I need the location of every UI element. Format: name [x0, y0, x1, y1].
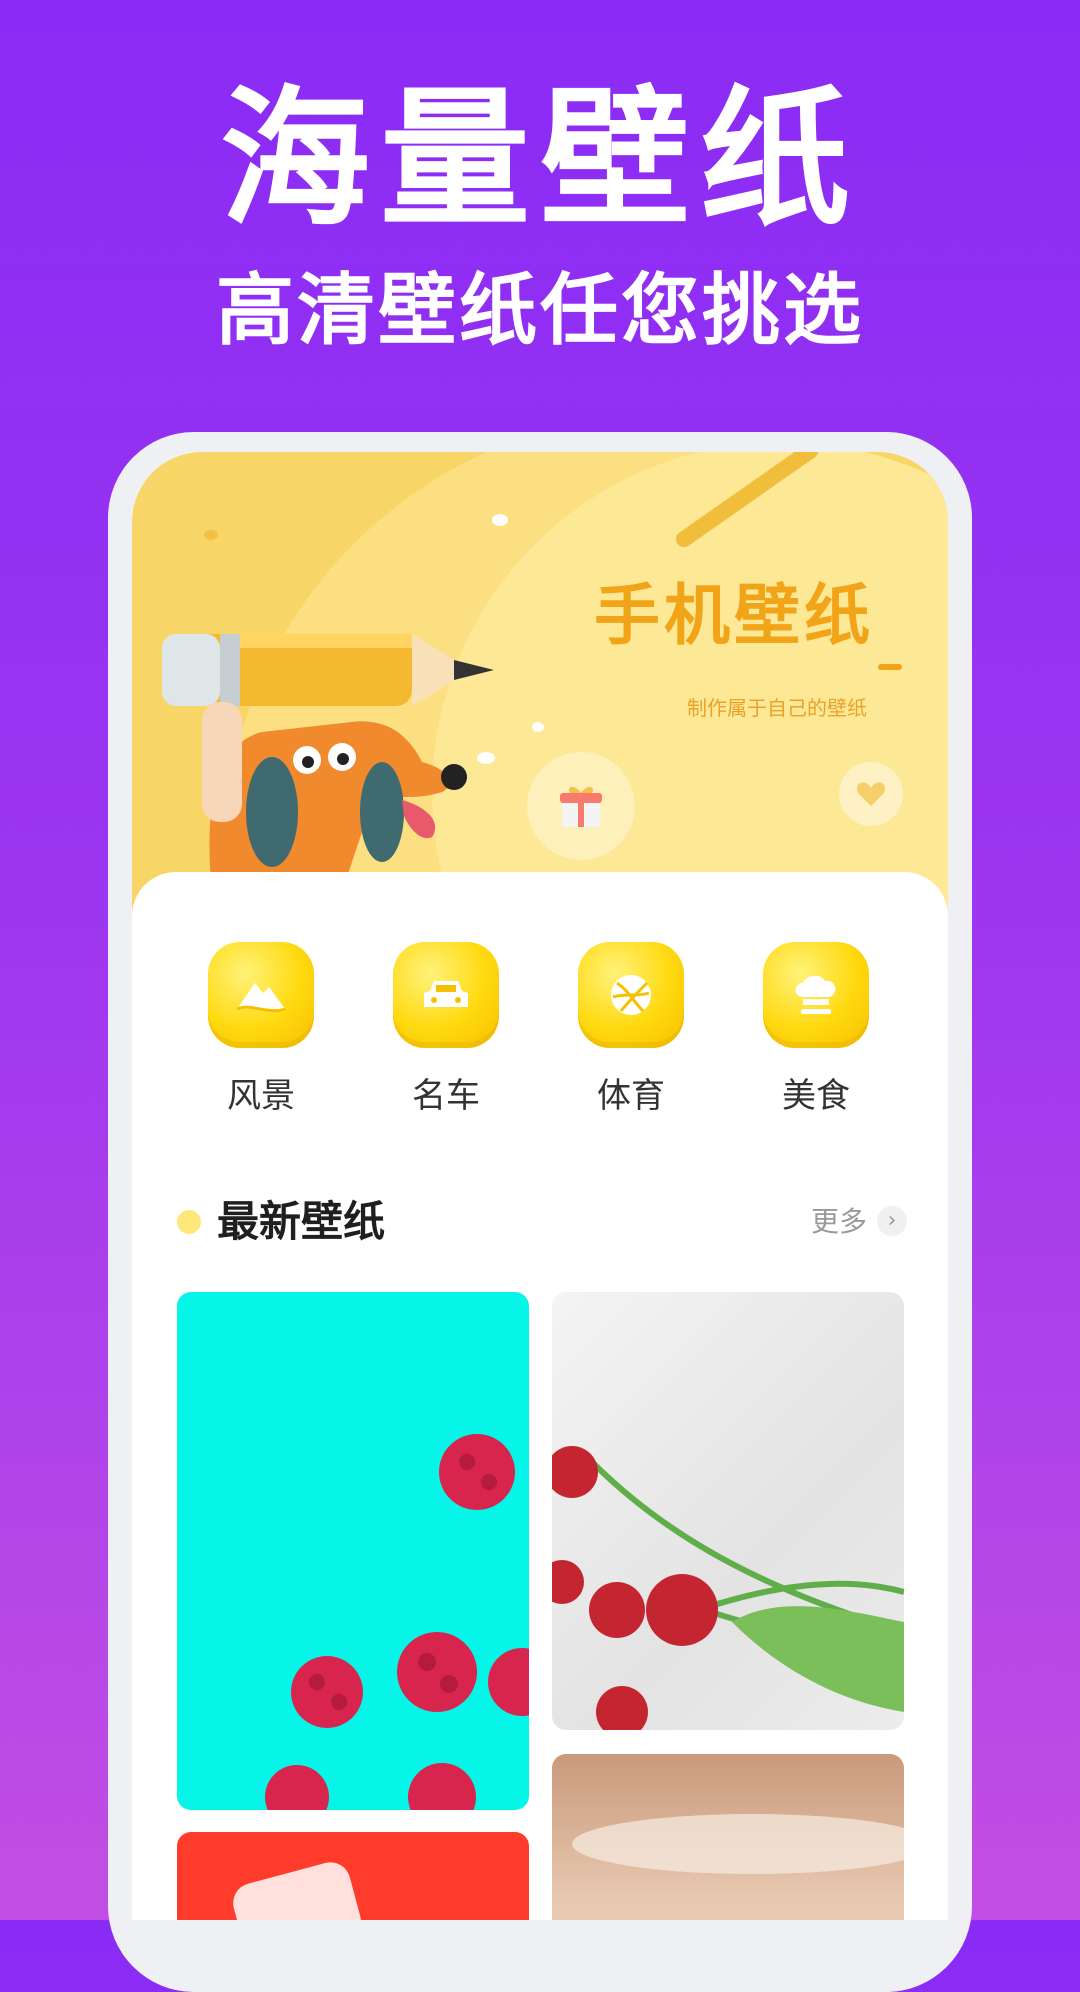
- category-label: 名车: [412, 1076, 480, 1116]
- section-dot: [177, 1210, 201, 1234]
- banner-dot: [204, 530, 218, 540]
- promo-subheadline: 高清壁纸任您挑选: [215, 266, 864, 356]
- content-panel: 风景 名车 体育 美食 最新壁纸 更多 ›: [132, 872, 948, 1920]
- heart-icon: [856, 782, 886, 806]
- gift-icon: [560, 786, 602, 827]
- food-image: [572, 1814, 904, 1874]
- favorite-button[interactable]: [839, 762, 903, 826]
- dog-pencil-illustration: [162, 634, 494, 892]
- banner-dot: [492, 514, 508, 526]
- wallpaper-card-radishes[interactable]: [552, 1292, 904, 1730]
- red-wallpaper-image: [233, 1862, 361, 1920]
- top-banner[interactable]: 手机壁纸 制作属于自己的壁纸: [132, 452, 948, 922]
- banner-dash: [878, 664, 902, 670]
- radish-image: [552, 1446, 904, 1730]
- banner-title: 手机壁纸: [594, 576, 874, 654]
- wallpaper-card-food[interactable]: [552, 1754, 904, 1920]
- category-sports[interactable]: 体育: [551, 942, 711, 1117]
- app-screen: 手机壁纸 制作属于自己的壁纸 风景 名车 体育 美食 最新壁纸 更多 ›: [132, 452, 948, 1920]
- chevron-right-icon[interactable]: ›: [877, 1206, 907, 1236]
- gift-button[interactable]: [527, 752, 635, 860]
- chef-hat-icon: [763, 942, 869, 1048]
- section-title: 最新壁纸: [217, 1197, 386, 1246]
- latest-section-header: 最新壁纸 更多 ›: [177, 1192, 907, 1252]
- category-food[interactable]: 美食: [736, 942, 896, 1117]
- category-landscape[interactable]: 风景: [181, 942, 341, 1117]
- more-link[interactable]: 更多: [811, 1192, 867, 1252]
- category-label: 体育: [597, 1076, 665, 1116]
- wallpaper-card-raspberries[interactable]: [177, 1292, 529, 1810]
- category-label: 风景: [227, 1076, 295, 1116]
- category-label: 美食: [782, 1076, 850, 1116]
- banner-dot: [532, 722, 544, 732]
- promo-headline: 海量壁纸: [219, 73, 860, 247]
- raspberry-image: [265, 1434, 529, 1810]
- landscape-icon: [208, 942, 314, 1048]
- banner-subtitle: 制作属于自己的壁纸: [687, 696, 867, 720]
- wallpaper-card-red[interactable]: [177, 1832, 529, 1920]
- car-icon: [393, 942, 499, 1048]
- sports-ball-icon: [578, 942, 684, 1048]
- category-car[interactable]: 名车: [366, 942, 526, 1117]
